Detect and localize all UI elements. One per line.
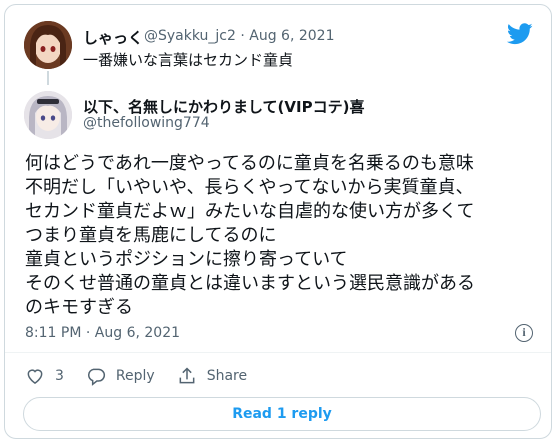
meta-separator: · <box>85 325 95 341</box>
tweet-timestamp[interactable]: 8:11 PM · Aug 6, 2021 <box>25 325 180 341</box>
quoted-meta: @Syakku_jc2 · Aug 6, 2021 <box>144 28 335 44</box>
share-button[interactable]: Share <box>177 366 247 386</box>
reply-icon <box>87 368 105 386</box>
divider <box>5 352 551 353</box>
avatar-syakku[interactable] <box>24 21 72 69</box>
reply-handle[interactable]: @thefollowing774 <box>83 115 210 131</box>
like-count: 3 <box>55 368 64 384</box>
share-label: Share <box>206 368 248 384</box>
quoted-display-name[interactable]: しゃっく <box>83 27 143 48</box>
reply-button[interactable]: Reply <box>86 366 155 386</box>
tweet-date[interactable]: Aug 6, 2021 <box>95 325 180 341</box>
info-icon[interactable]: i <box>515 324 533 342</box>
tweet-body: 何はどうであれ一度やってるのに童貞を名乗るのも意味 不明だし「いやいや、長らくや… <box>25 153 475 318</box>
like-button[interactable]: 3 <box>25 366 64 386</box>
avatar-thefollowing774[interactable] <box>24 91 72 139</box>
action-bar: 3 Reply Share <box>25 365 269 387</box>
meta-separator: · <box>240 28 245 44</box>
reply-label: Reply <box>115 368 155 384</box>
tweet-time[interactable]: 8:11 PM <box>25 325 81 341</box>
thread-line <box>47 71 49 85</box>
reply-display-name[interactable]: 以下、名無しにかわりまして(VIPコテ)喜 <box>83 96 364 117</box>
share-icon <box>179 367 195 384</box>
tweet-card: しゃっく @Syakku_jc2 · Aug 6, 2021 一番嫌いな言葉はセ… <box>4 4 552 439</box>
heart-icon <box>27 369 43 384</box>
read-replies-button[interactable]: Read 1 reply <box>23 397 541 431</box>
quoted-handle[interactable]: @Syakku_jc2 <box>144 28 236 44</box>
twitter-bird-icon[interactable] <box>506 23 533 45</box>
quoted-text: 一番嫌いな言葉はセカンド童貞 <box>83 51 294 69</box>
quoted-date[interactable]: Aug 6, 2021 <box>249 28 334 44</box>
